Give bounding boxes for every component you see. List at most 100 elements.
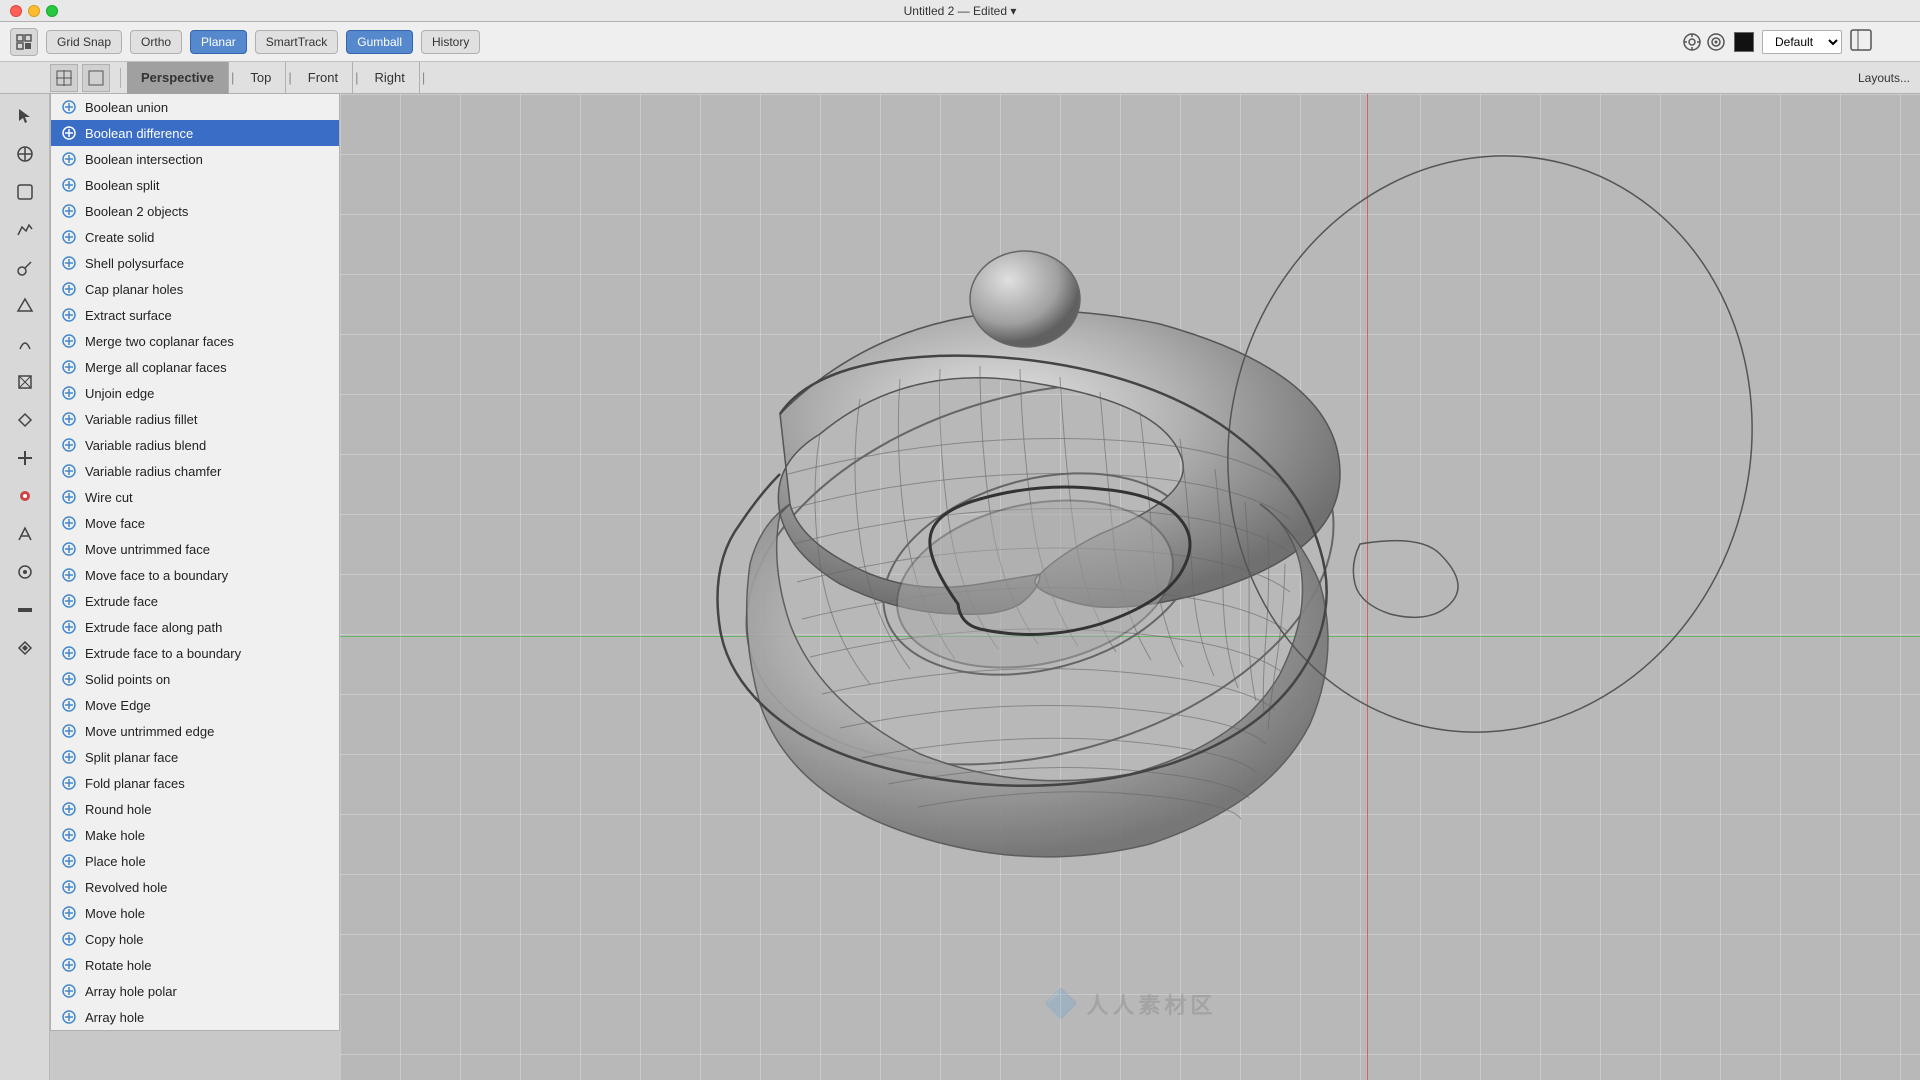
maximize-button[interactable]: [46, 5, 58, 17]
sidebar-tool-6[interactable]: [7, 326, 43, 362]
grid-snap-button[interactable]: Grid Snap: [46, 30, 122, 54]
menu-item-icon-30: [61, 879, 77, 895]
layer-select[interactable]: Default: [1762, 30, 1842, 54]
menu-item-19[interactable]: Extrude face: [51, 588, 339, 614]
smarttrack-button[interactable]: SmartTrack: [255, 30, 339, 54]
menu-item-8[interactable]: Extract surface: [51, 302, 339, 328]
menu-item-29[interactable]: Place hole: [51, 848, 339, 874]
toolbar-right: Default: [1682, 30, 1842, 54]
menu-item-icon-20: [61, 619, 77, 635]
menu-item-1[interactable]: Boolean difference: [51, 120, 339, 146]
menu-item-16[interactable]: Move face: [51, 510, 339, 536]
view-single-icon[interactable]: [82, 64, 110, 92]
menu-item-26[interactable]: Fold planar faces: [51, 770, 339, 796]
menu-item-6[interactable]: Shell polysurface: [51, 250, 339, 276]
layouts-button[interactable]: Layouts...: [1858, 71, 1910, 85]
watermark-text: 人人素材区: [1086, 988, 1216, 1020]
color-swatch[interactable]: [1734, 32, 1754, 52]
menu-item-11[interactable]: Unjoin edge: [51, 380, 339, 406]
sidebar-select-icon[interactable]: [7, 98, 43, 134]
menu-item-icon-2: [61, 151, 77, 167]
menu-item-7[interactable]: Cap planar holes: [51, 276, 339, 302]
menu-item-label-20: Extrude face along path: [85, 620, 222, 635]
menu-item-24[interactable]: Move untrimmed edge: [51, 718, 339, 744]
menu-item-20[interactable]: Extrude face along path: [51, 614, 339, 640]
sidebar-tool-2[interactable]: [7, 174, 43, 210]
menu-item-label-16: Move face: [85, 516, 145, 531]
menu-item-10[interactable]: Merge all coplanar faces: [51, 354, 339, 380]
target-icon[interactable]: [1706, 32, 1726, 52]
toolbar-icon-left[interactable]: [10, 28, 38, 56]
menu-item-27[interactable]: Round hole: [51, 796, 339, 822]
tab-front[interactable]: Front: [294, 62, 353, 94]
viewport[interactable]: 🔷 人人素材区: [340, 94, 1920, 1080]
menu-item-4[interactable]: Boolean 2 objects: [51, 198, 339, 224]
gumball-button[interactable]: Gumball: [346, 30, 413, 54]
sidebar-tool-5[interactable]: [7, 288, 43, 324]
menu-item-18[interactable]: Move face to a boundary: [51, 562, 339, 588]
sidebar-tool-4[interactable]: [7, 250, 43, 286]
minimize-button[interactable]: [28, 5, 40, 17]
menu-item-label-27: Round hole: [85, 802, 152, 817]
menu-item-icon-29: [61, 853, 77, 869]
menu-item-30[interactable]: Revolved hole: [51, 874, 339, 900]
tab-perspective[interactable]: Perspective: [127, 62, 229, 94]
sidebar-tool-14[interactable]: [7, 630, 43, 666]
sidebar-tool-3[interactable]: [7, 212, 43, 248]
menu-item-icon-1: [61, 125, 77, 141]
menu-item-31[interactable]: Move hole: [51, 900, 339, 926]
history-button[interactable]: History: [421, 30, 480, 54]
menu-item-label-21: Extrude face to a boundary: [85, 646, 241, 661]
menu-item-13[interactable]: Variable radius blend: [51, 432, 339, 458]
menu-item-icon-15: [61, 489, 77, 505]
menu-item-28[interactable]: Make hole: [51, 822, 339, 848]
menu-item-22[interactable]: Solid points on: [51, 666, 339, 692]
ortho-button[interactable]: Ortho: [130, 30, 182, 54]
close-button[interactable]: [10, 5, 22, 17]
menu-item-icon-4: [61, 203, 77, 219]
tab-right[interactable]: Right: [360, 62, 419, 94]
sidebar-tool-10[interactable]: [7, 478, 43, 514]
menu-item-label-12: Variable radius fillet: [85, 412, 197, 427]
menu-item-icon-34: [61, 983, 77, 999]
planar-button[interactable]: Planar: [190, 30, 247, 54]
menu-item-3[interactable]: Boolean split: [51, 172, 339, 198]
menu-item-label-25: Split planar face: [85, 750, 178, 765]
menu-item-0[interactable]: Boolean union: [51, 94, 339, 120]
menu-item-35[interactable]: Array hole: [51, 1004, 339, 1030]
sidebar-tool-9[interactable]: [7, 440, 43, 476]
camera-icon[interactable]: [1682, 32, 1702, 52]
menu-item-33[interactable]: Rotate hole: [51, 952, 339, 978]
sidebar-tool-13[interactable]: [7, 592, 43, 628]
sidebar-tool-1[interactable]: [7, 136, 43, 172]
tab-top[interactable]: Top: [236, 62, 286, 94]
menu-item-15[interactable]: Wire cut: [51, 484, 339, 510]
menu-item-25[interactable]: Split planar face: [51, 744, 339, 770]
expand-button[interactable]: [1850, 29, 1910, 54]
menu-item-2[interactable]: Boolean intersection: [51, 146, 339, 172]
menu-item-label-26: Fold planar faces: [85, 776, 185, 791]
menu-item-label-23: Move Edge: [85, 698, 151, 713]
sidebar-tool-12[interactable]: [7, 554, 43, 590]
menu-item-9[interactable]: Merge two coplanar faces: [51, 328, 339, 354]
menu-item-icon-7: [61, 281, 77, 297]
view-grid-icon[interactable]: [50, 64, 78, 92]
menu-item-14[interactable]: Variable radius chamfer: [51, 458, 339, 484]
menu-item-12[interactable]: Variable radius fillet: [51, 406, 339, 432]
menu-item-17[interactable]: Move untrimmed face: [51, 536, 339, 562]
viewtabs: Perspective | Top | Front | Right | Layo…: [0, 62, 1920, 94]
sidebar-tool-11[interactable]: [7, 516, 43, 552]
sidebar-tool-7[interactable]: [7, 364, 43, 400]
menu-item-32[interactable]: Copy hole: [51, 926, 339, 952]
sidebar-tool-8[interactable]: [7, 402, 43, 438]
toolbar: Grid Snap Ortho Planar SmartTrack Gumbal…: [0, 22, 1920, 62]
menu-item-23[interactable]: Move Edge: [51, 692, 339, 718]
menu-item-34[interactable]: Array hole polar: [51, 978, 339, 1004]
menu-item-label-1: Boolean difference: [85, 126, 193, 141]
menu-item-label-3: Boolean split: [85, 178, 159, 193]
menu-item-5[interactable]: Create solid: [51, 224, 339, 250]
menu-item-icon-8: [61, 307, 77, 323]
menu-item-icon-26: [61, 775, 77, 791]
titlebar: Untitled 2 — Edited ▾: [0, 0, 1920, 22]
menu-item-21[interactable]: Extrude face to a boundary: [51, 640, 339, 666]
